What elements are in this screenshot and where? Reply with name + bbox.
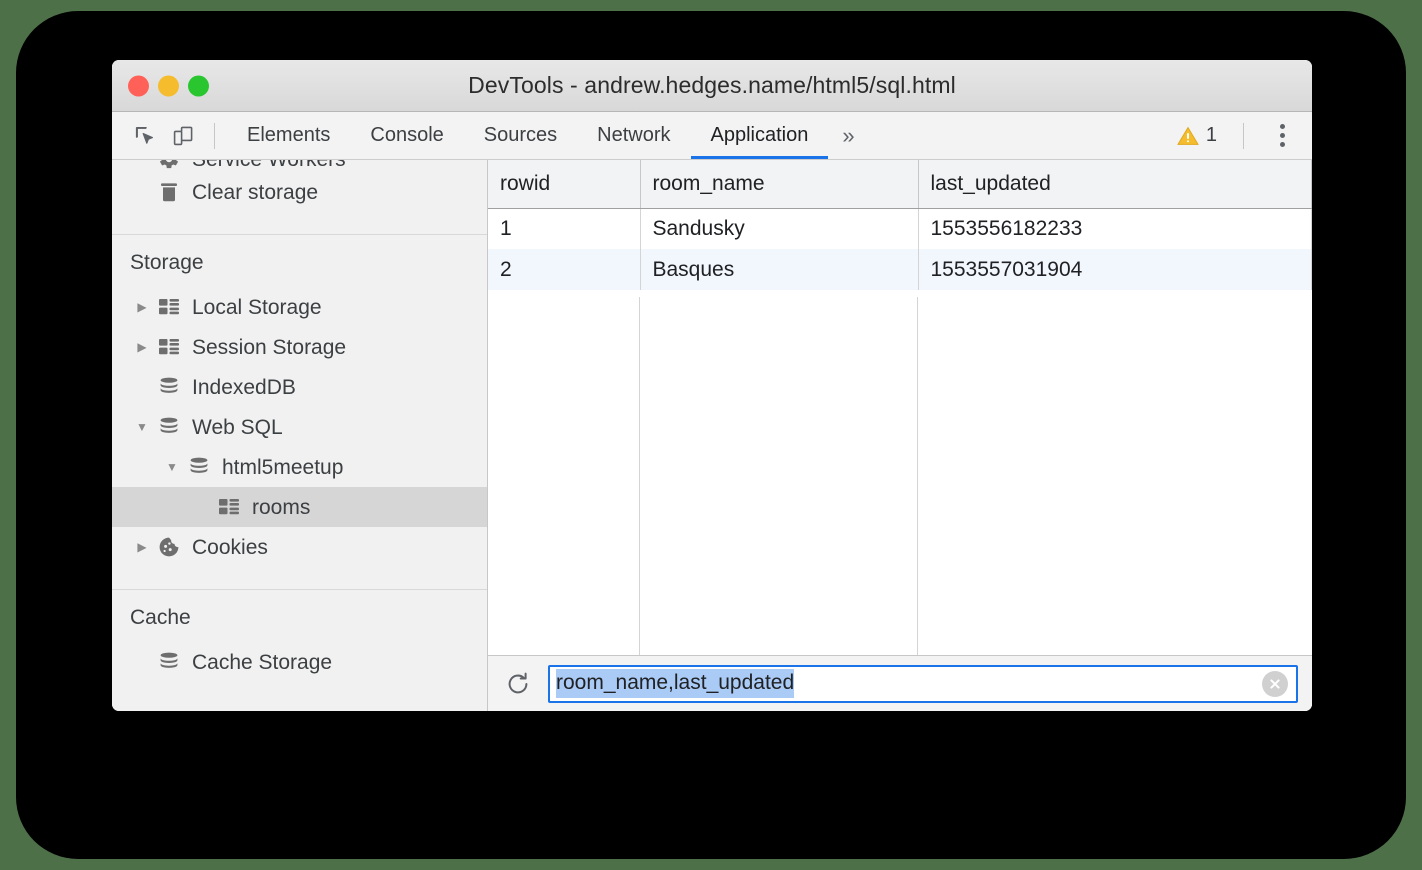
chevron-down-icon[interactable]: ▼ — [130, 420, 154, 434]
column-divider — [917, 297, 918, 655]
column-header-rowid[interactable]: rowid — [488, 160, 640, 208]
table-row[interactable]: 1 Sandusky 1553556182233 — [488, 208, 1312, 249]
sidebar-item-indexeddb[interactable]: IndexedDB — [112, 367, 487, 407]
sidebar-item-label: html5meetup — [222, 457, 343, 478]
more-tabs-button[interactable]: » — [828, 112, 868, 159]
sidebar-item-label: Cookies — [192, 537, 268, 558]
sidebar-section-header-storage: Storage — [112, 235, 487, 287]
chevron-right-icon[interactable]: ▶ — [130, 300, 154, 314]
table-icon — [214, 498, 244, 516]
sidebar-section-header-cache: Cache — [112, 590, 487, 642]
sidebar-item-cache-storage[interactable]: Cache Storage — [112, 642, 487, 682]
sidebar-item-label: Local Storage — [192, 297, 322, 318]
trash-icon — [154, 181, 184, 203]
table-icon — [154, 338, 184, 356]
chevron-right-icon[interactable]: ▶ — [130, 540, 154, 554]
sidebar-item-label: Clear storage — [192, 182, 318, 203]
traffic-lights — [128, 75, 209, 96]
minimize-button[interactable] — [158, 75, 179, 96]
storage-sidebar[interactable]: Service Workers Clear storage Stor — [112, 160, 488, 711]
cell-last-updated: 1553556182233 — [918, 208, 1312, 249]
tab-network[interactable]: Network — [577, 112, 690, 159]
cell-rowid: 2 — [488, 249, 640, 290]
window-title: DevTools - andrew.hedges.name/html5/sql.… — [468, 72, 956, 99]
toolbar-right-group: 1 — [1177, 112, 1300, 159]
cell-room-name: Basques — [640, 249, 918, 290]
sidebar-item-rooms[interactable]: rooms — [112, 487, 487, 527]
sidebar-item-label: Cache Storage — [192, 652, 332, 673]
tab-console[interactable]: Console — [350, 112, 463, 159]
chevron-double-right-icon: » — [842, 123, 854, 149]
tab-label: Console — [370, 124, 443, 147]
query-toolbar: room_name,last_updated — [488, 655, 1312, 711]
sidebar-section-cache: Cache Cache Storage — [112, 590, 487, 682]
cell-room-name: Sandusky — [640, 208, 918, 249]
database-icon — [184, 457, 214, 477]
table-icon — [154, 298, 184, 316]
warning-count: 1 — [1206, 124, 1217, 147]
sidebar-section-storage: Storage ▶ Local Storage — [112, 235, 487, 590]
tab-label: Network — [597, 124, 670, 147]
sidebar-item-cookies[interactable]: ▶ Cookies — [112, 527, 487, 567]
sidebar-item-label: Service Workers — [192, 160, 346, 170]
cell-rowid: 1 — [488, 208, 640, 249]
column-header-last-updated[interactable]: last_updated — [918, 160, 1312, 208]
cell-last-updated: 1553557031904 — [918, 249, 1312, 290]
application-panel: Service Workers Clear storage Stor — [112, 160, 1312, 711]
tab-application[interactable]: Application — [691, 112, 829, 159]
sidebar-item-html5meetup[interactable]: ▼ html5meetup — [112, 447, 487, 487]
refresh-icon[interactable] — [502, 668, 534, 700]
query-input[interactable]: room_name,last_updated — [548, 665, 1298, 703]
column-divider — [639, 297, 640, 655]
sidebar-item-label: Web SQL — [192, 417, 283, 438]
sidebar-item-clear-storage[interactable]: Clear storage — [112, 172, 487, 212]
database-icon — [154, 652, 184, 672]
database-icon — [154, 417, 184, 437]
window-title-bar: DevTools - andrew.hedges.name/html5/sql.… — [112, 60, 1312, 112]
sidebar-item-label: Session Storage — [192, 337, 346, 358]
datagrid-scroll-area[interactable]: rowid room_name last_updated 1 Sandusky … — [488, 160, 1312, 655]
datagrid: rowid room_name last_updated 1 Sandusky … — [488, 160, 1312, 290]
sidebar-section-application: Service Workers Clear storage — [112, 160, 487, 235]
database-icon — [154, 377, 184, 397]
devtools-toolbar: Elements Console Sources Network Applica… — [112, 112, 1312, 160]
sidebar-spacer — [112, 567, 487, 589]
sidebar-item-session-storage[interactable]: ▶ Session Storage — [112, 327, 487, 367]
sidebar-item-web-sql[interactable]: ▼ Web SQL — [112, 407, 487, 447]
sidebar-item-service-workers[interactable]: Service Workers — [112, 160, 487, 172]
sidebar-item-label: IndexedDB — [192, 377, 296, 398]
inspect-element-icon[interactable] — [126, 119, 164, 153]
clear-input-icon[interactable] — [1262, 671, 1288, 697]
toolbar-divider-right — [1243, 123, 1244, 149]
warning-indicator[interactable]: 1 — [1177, 124, 1231, 147]
table-header-row: rowid room_name last_updated — [488, 160, 1312, 208]
query-input-value: room_name,last_updated — [556, 669, 794, 697]
chevron-right-icon[interactable]: ▶ — [130, 340, 154, 354]
kebab-menu-icon[interactable] — [1264, 119, 1300, 153]
devtools-window: DevTools - andrew.hedges.name/html5/sql.… — [112, 60, 1312, 711]
gear-icon — [154, 160, 184, 170]
sidebar-item-label: rooms — [252, 497, 310, 518]
table-row[interactable]: 2 Basques 1553557031904 — [488, 249, 1312, 290]
toolbar-divider — [214, 123, 215, 149]
column-header-room-name[interactable]: room_name — [640, 160, 918, 208]
sidebar-spacer — [112, 212, 487, 234]
warning-triangle-icon — [1177, 126, 1199, 146]
close-button[interactable] — [128, 75, 149, 96]
sidebar-item-local-storage[interactable]: ▶ Local Storage — [112, 287, 487, 327]
datagrid-empty-area — [488, 297, 1312, 655]
cookie-icon — [154, 536, 184, 558]
tab-elements[interactable]: Elements — [227, 112, 350, 159]
zoom-button[interactable] — [188, 75, 209, 96]
device-toolbar-icon[interactable] — [164, 119, 202, 153]
tab-label: Application — [711, 124, 809, 147]
panel-tabs: Elements Console Sources Network Applica… — [227, 112, 869, 159]
chevron-down-icon[interactable]: ▼ — [160, 460, 184, 474]
tab-label: Elements — [247, 124, 330, 147]
tab-label: Sources — [484, 124, 557, 147]
tab-sources[interactable]: Sources — [464, 112, 577, 159]
datagrid-panel: rowid room_name last_updated 1 Sandusky … — [488, 160, 1312, 711]
